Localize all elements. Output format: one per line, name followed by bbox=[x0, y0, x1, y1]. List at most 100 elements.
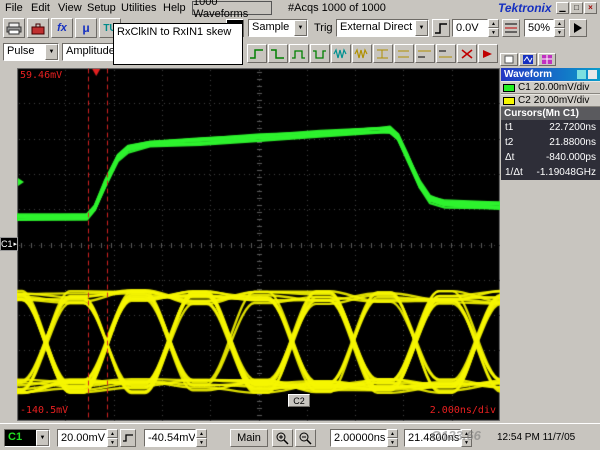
spin-down-icon[interactable] bbox=[196, 438, 207, 447]
close-icon[interactable]: × bbox=[584, 2, 597, 14]
menu-utilities[interactable]: Utilities bbox=[116, 1, 161, 15]
menu-bar: File Edit View Setup Utilities Help 1000… bbox=[0, 0, 600, 16]
spin-up-icon[interactable] bbox=[554, 19, 565, 28]
zoom-in-button[interactable] bbox=[272, 429, 293, 447]
chevron-down-icon[interactable] bbox=[45, 44, 58, 60]
timebase-field[interactable]: 2.00000ns bbox=[330, 429, 387, 447]
measure-low-level-button[interactable] bbox=[436, 44, 456, 63]
vertical-position-value: -40.54mV bbox=[148, 432, 196, 444]
math-button[interactable]: μ bbox=[75, 18, 97, 38]
fx-button[interactable]: fx bbox=[51, 18, 73, 38]
spin-up-icon[interactable] bbox=[107, 429, 118, 438]
spin-down-icon[interactable] bbox=[107, 438, 118, 447]
tools-button[interactable] bbox=[27, 18, 49, 38]
pulse-select-value[interactable]: Pulse bbox=[4, 44, 45, 60]
panel-close-icon[interactable] bbox=[588, 70, 597, 79]
menu-edit[interactable]: Edit bbox=[26, 1, 55, 15]
measure-high-level-button[interactable] bbox=[415, 44, 435, 63]
clock: 12:54 PM 11/7/05 bbox=[497, 432, 575, 443]
spin-up-icon[interactable] bbox=[196, 429, 207, 438]
print-button[interactable] bbox=[3, 18, 25, 38]
burst-width-icon bbox=[333, 48, 349, 60]
menu-help[interactable]: Help bbox=[158, 1, 191, 15]
trigger-level-field[interactable]: 0.0V bbox=[452, 19, 488, 37]
channel-select-value[interactable]: C1 bbox=[5, 430, 36, 446]
vertical-position-spinner[interactable] bbox=[196, 429, 207, 447]
trigger-level-spinner[interactable] bbox=[488, 19, 499, 37]
cursor-row-delta-t: Δt -840.000ps bbox=[501, 150, 600, 165]
cursor-arrow-icon bbox=[572, 22, 584, 34]
positive-width-icon bbox=[291, 48, 307, 60]
page-tool-button[interactable] bbox=[500, 53, 518, 66]
c2-scale: 20.00mV/div bbox=[534, 95, 590, 106]
panel-collapse-icon[interactable] bbox=[577, 70, 586, 79]
printer-icon bbox=[6, 22, 22, 35]
measurement-setup-button[interactable] bbox=[478, 44, 498, 63]
amplitude-icon bbox=[396, 48, 412, 60]
wave-icon bbox=[523, 55, 533, 64]
delta-t-label: Δt bbox=[505, 152, 514, 163]
c2-color-swatch bbox=[503, 97, 515, 105]
measure-peak-peak-button[interactable] bbox=[373, 44, 393, 63]
t1-value: 22.7200ns bbox=[549, 122, 596, 133]
measure-negative-width-button[interactable] bbox=[310, 44, 330, 63]
trigger-source-value[interactable]: External Direct bbox=[337, 20, 415, 36]
spin-down-icon[interactable] bbox=[554, 28, 565, 37]
c1-scale: 20.00mV/div bbox=[534, 82, 590, 93]
measure-frequency-button[interactable] bbox=[352, 44, 372, 63]
fx-icon: fx bbox=[57, 22, 67, 34]
waveform-panel-header: Waveform bbox=[501, 68, 600, 81]
menu-file[interactable]: File bbox=[0, 1, 28, 15]
vertical-position-field[interactable]: -40.54mV bbox=[144, 429, 196, 447]
scope-display-area: 59.46mV -140.5mV 2.000ns/div C2 bbox=[17, 68, 500, 421]
c2-name: C2 bbox=[518, 95, 531, 106]
maximize-icon[interactable]: □ bbox=[570, 2, 583, 14]
menu-setup[interactable]: Setup bbox=[82, 1, 121, 15]
clear-measurement-button[interactable] bbox=[457, 44, 477, 63]
channel-row-c1[interactable]: C1 20.00mV/div bbox=[501, 81, 600, 94]
measure-amplitude-button[interactable] bbox=[394, 44, 414, 63]
chevron-down-icon[interactable] bbox=[294, 20, 307, 36]
vertical-offset-button[interactable] bbox=[120, 429, 136, 447]
acquisition-mode-value[interactable]: Sample bbox=[249, 20, 294, 36]
trigger-levels-button[interactable] bbox=[502, 19, 520, 37]
chevron-down-icon[interactable] bbox=[415, 20, 428, 36]
zoom-percent-spinner[interactable] bbox=[554, 19, 565, 37]
zoom-percent-field[interactable]: 50% bbox=[524, 19, 554, 37]
chevron-down-icon[interactable] bbox=[36, 430, 49, 446]
spin-up-icon[interactable] bbox=[387, 429, 398, 438]
c2-marker[interactable]: C2 bbox=[288, 394, 310, 407]
spin-down-icon[interactable] bbox=[387, 438, 398, 447]
measure-rise-time-button[interactable] bbox=[247, 44, 267, 63]
measure-positive-width-button[interactable] bbox=[289, 44, 309, 63]
channel-row-c2[interactable]: C2 20.00mV/div bbox=[501, 94, 600, 107]
measure-fall-time-button[interactable] bbox=[268, 44, 288, 63]
t2-label: t2 bbox=[505, 137, 513, 148]
spin-down-icon[interactable] bbox=[488, 28, 499, 37]
inverse-delta-t-label: 1/Δt bbox=[505, 167, 523, 178]
bottom-voltage-readout: -140.5mV bbox=[20, 405, 68, 416]
horizontal-mode-label: Main bbox=[237, 432, 261, 444]
waveform-tool-button[interactable] bbox=[519, 53, 537, 66]
grid-tool-button[interactable] bbox=[538, 53, 556, 66]
trigger-slope-button[interactable] bbox=[432, 19, 450, 37]
vertical-scale-spinner[interactable] bbox=[107, 429, 118, 447]
frequency-icon bbox=[354, 48, 370, 60]
c1-marker[interactable]: C1 bbox=[0, 237, 18, 251]
measure-burst-width-button[interactable] bbox=[331, 44, 351, 63]
trigger-source-select[interactable]: External Direct bbox=[336, 19, 429, 37]
vertical-scale-field[interactable]: 20.00mV bbox=[57, 429, 107, 447]
timebase-spinner[interactable] bbox=[387, 429, 398, 447]
acquisition-mode-select[interactable]: Sample bbox=[248, 19, 308, 37]
measure-category-pulse-select[interactable]: Pulse bbox=[3, 43, 59, 61]
zoom-out-button[interactable] bbox=[295, 429, 316, 447]
spin-up-icon[interactable] bbox=[488, 19, 499, 28]
cursor-row-inverse-delta-t: 1/Δt -1.19048GHz bbox=[501, 165, 600, 180]
minimize-icon[interactable]: ▁ bbox=[556, 2, 569, 14]
cursors-panel-header: Cursors(Mn C1) bbox=[501, 107, 600, 120]
channel-select[interactable]: C1 bbox=[4, 429, 50, 447]
horizontal-mode-button[interactable]: Main bbox=[230, 429, 268, 447]
t2-value: 21.8800ns bbox=[549, 137, 596, 148]
pointer-button[interactable] bbox=[569, 19, 587, 37]
fall-time-icon bbox=[270, 48, 286, 60]
